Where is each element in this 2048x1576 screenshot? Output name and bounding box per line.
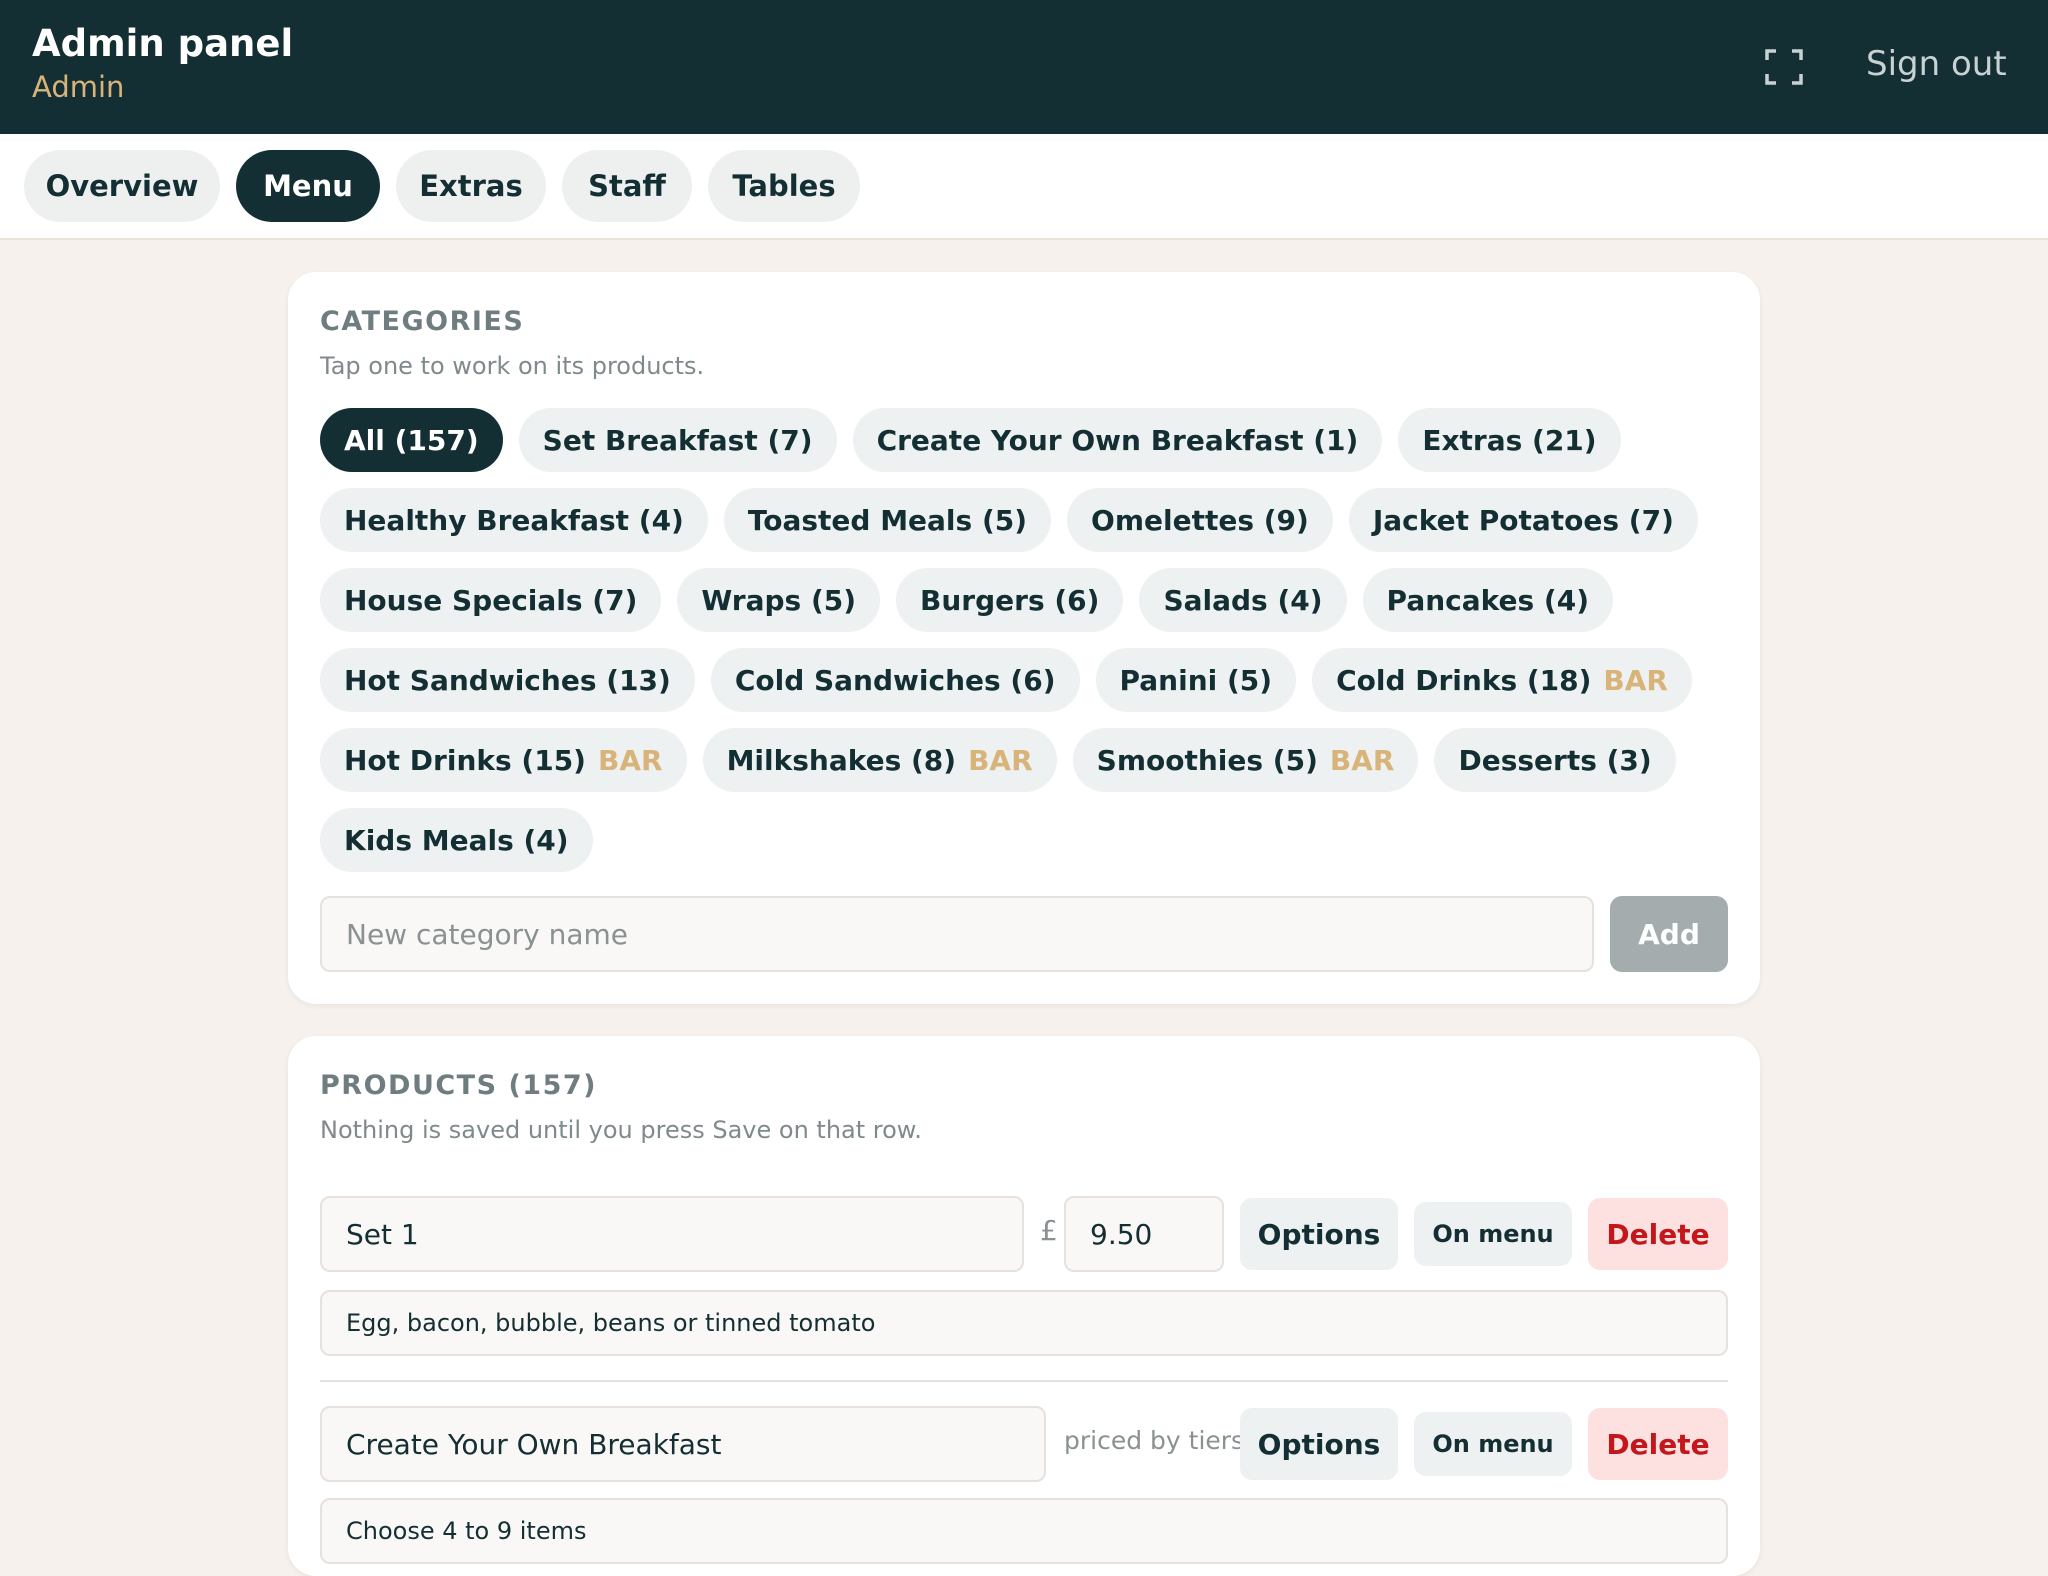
add-category-button[interactable]: Add [1610, 896, 1728, 972]
category-chip[interactable]: Omelettes (9) [1067, 488, 1333, 552]
products-card: PRODUCTS (157) Nothing is saved until yo… [288, 1036, 1760, 1576]
category-chip[interactable]: Set Breakfast (7) [518, 408, 837, 472]
category-chip[interactable]: Kids Meals (4) [320, 808, 593, 872]
top-bar: Admin panel Admin Sign out [0, 0, 2048, 134]
category-chip[interactable]: Desserts (3) [1434, 728, 1676, 792]
category-chip[interactable]: Smoothies (5) BAR [1072, 728, 1419, 792]
on-menu-toggle[interactable]: On menu [1414, 1412, 1572, 1476]
bar-badge: BAR [1329, 743, 1395, 777]
category-chip[interactable]: Cold Sandwiches (6) [710, 648, 1080, 712]
tab-extras[interactable]: Extras [396, 150, 546, 222]
fullscreen-button[interactable] [1764, 48, 1804, 86]
category-chip[interactable]: Milkshakes (8) BAR [702, 728, 1057, 792]
product-name-input[interactable] [320, 1406, 1046, 1482]
product-price-input[interactable] [1064, 1196, 1224, 1272]
category-chip-label: Smoothies (5) [1096, 743, 1318, 777]
category-chip[interactable]: Panini (5) [1095, 648, 1297, 712]
delete-button[interactable]: Delete [1588, 1198, 1728, 1270]
tab-bar: Overview Menu Extras Staff Tables [0, 134, 2048, 240]
category-chip-label: Cold Drinks (18) [1336, 663, 1592, 697]
category-chip-label: Jacket Potatoes (7) [1372, 503, 1674, 537]
on-menu-toggle[interactable]: On menu [1414, 1202, 1572, 1266]
category-chip-label: Pancakes (4) [1386, 583, 1589, 617]
category-chip[interactable]: Jacket Potatoes (7) [1348, 488, 1698, 552]
bar-badge: BAR [968, 743, 1033, 777]
category-chip-label: Panini (5) [1119, 663, 1273, 697]
products-heading: PRODUCTS (157) [320, 1070, 597, 1101]
delete-button[interactable]: Delete [1588, 1408, 1728, 1480]
category-chip[interactable]: Cold Drinks (18) BAR [1312, 648, 1692, 712]
category-chip-label: Burgers (6) [920, 583, 1100, 617]
user-role: Admin [32, 70, 125, 104]
category-chip-label: Hot Sandwiches (13) [344, 663, 671, 697]
category-chip-label: Cold Sandwiches (6) [734, 663, 1056, 697]
category-chip[interactable]: All (157) [320, 408, 503, 472]
category-chip[interactable]: Create Your Own Breakfast (1) [852, 408, 1383, 472]
product-description-input[interactable] [320, 1290, 1728, 1356]
tab-overview[interactable]: Overview [24, 150, 220, 222]
category-chip-label: Create Your Own Breakfast (1) [876, 423, 1359, 457]
category-chip-label: Wraps (5) [701, 583, 857, 617]
tab-staff[interactable]: Staff [562, 150, 692, 222]
categories-heading: CATEGORIES [320, 306, 525, 337]
category-chip[interactable]: Hot Drinks (15) BAR [320, 728, 687, 792]
category-chip-label: Milkshakes (8) [726, 743, 957, 777]
tab-tables[interactable]: Tables [708, 150, 860, 222]
category-chip-label: Omelettes (9) [1091, 503, 1309, 537]
category-chip[interactable]: Hot Sandwiches (13) [320, 648, 695, 712]
category-chip-label: Healthy Breakfast (4) [344, 503, 684, 537]
app-title: Admin panel [32, 22, 294, 65]
category-chip-label: Kids Meals (4) [344, 823, 569, 857]
category-chip[interactable]: Pancakes (4) [1362, 568, 1613, 632]
product-name-input[interactable] [320, 1196, 1024, 1272]
category-chip[interactable]: Healthy Breakfast (4) [320, 488, 708, 552]
category-chip-label: Toasted Meals (5) [747, 503, 1028, 537]
categories-subtitle: Tap one to work on its products. [320, 352, 705, 380]
category-chip[interactable]: Toasted Meals (5) [723, 488, 1052, 552]
product-description-input[interactable] [320, 1498, 1728, 1564]
bar-badge: BAR [597, 743, 663, 777]
options-button[interactable]: Options [1240, 1198, 1398, 1270]
priced-by-tiers-note: priced by tiers [1064, 1426, 1245, 1455]
category-chip-label: Set Breakfast (7) [542, 423, 813, 457]
category-chip-label: All (157) [344, 423, 479, 457]
categories-card: CATEGORIES Tap one to work on its produc… [288, 272, 1760, 1004]
category-chip-label: Extras (21) [1422, 423, 1597, 457]
options-button[interactable]: Options [1240, 1408, 1398, 1480]
bar-badge: BAR [1603, 663, 1668, 697]
category-chip-label: Desserts (3) [1458, 743, 1652, 777]
tab-menu[interactable]: Menu [236, 150, 380, 222]
category-chip[interactable]: Salads (4) [1139, 568, 1347, 632]
category-chip[interactable]: Extras (21) [1398, 408, 1621, 472]
category-chip-label: Salads (4) [1163, 583, 1323, 617]
category-chip-label: House Specials (7) [344, 583, 638, 617]
sign-out-button[interactable]: Sign out [1866, 44, 2007, 84]
category-chip-list: All (157) Set Breakfast (7) Create Your Ow… [320, 408, 1730, 872]
fullscreen-icon [1765, 49, 1803, 85]
category-chip[interactable]: House Specials (7) [320, 568, 662, 632]
products-subtitle: Nothing is saved until you press Save on… [320, 1116, 922, 1144]
new-category-input[interactable] [320, 896, 1594, 972]
category-chip[interactable]: Wraps (5) [677, 568, 881, 632]
category-chip-label: Hot Drinks (15) [344, 743, 586, 777]
row-divider [320, 1380, 1728, 1382]
category-chip[interactable]: Burgers (6) [896, 568, 1124, 632]
currency-symbol: £ [1040, 1214, 1058, 1247]
